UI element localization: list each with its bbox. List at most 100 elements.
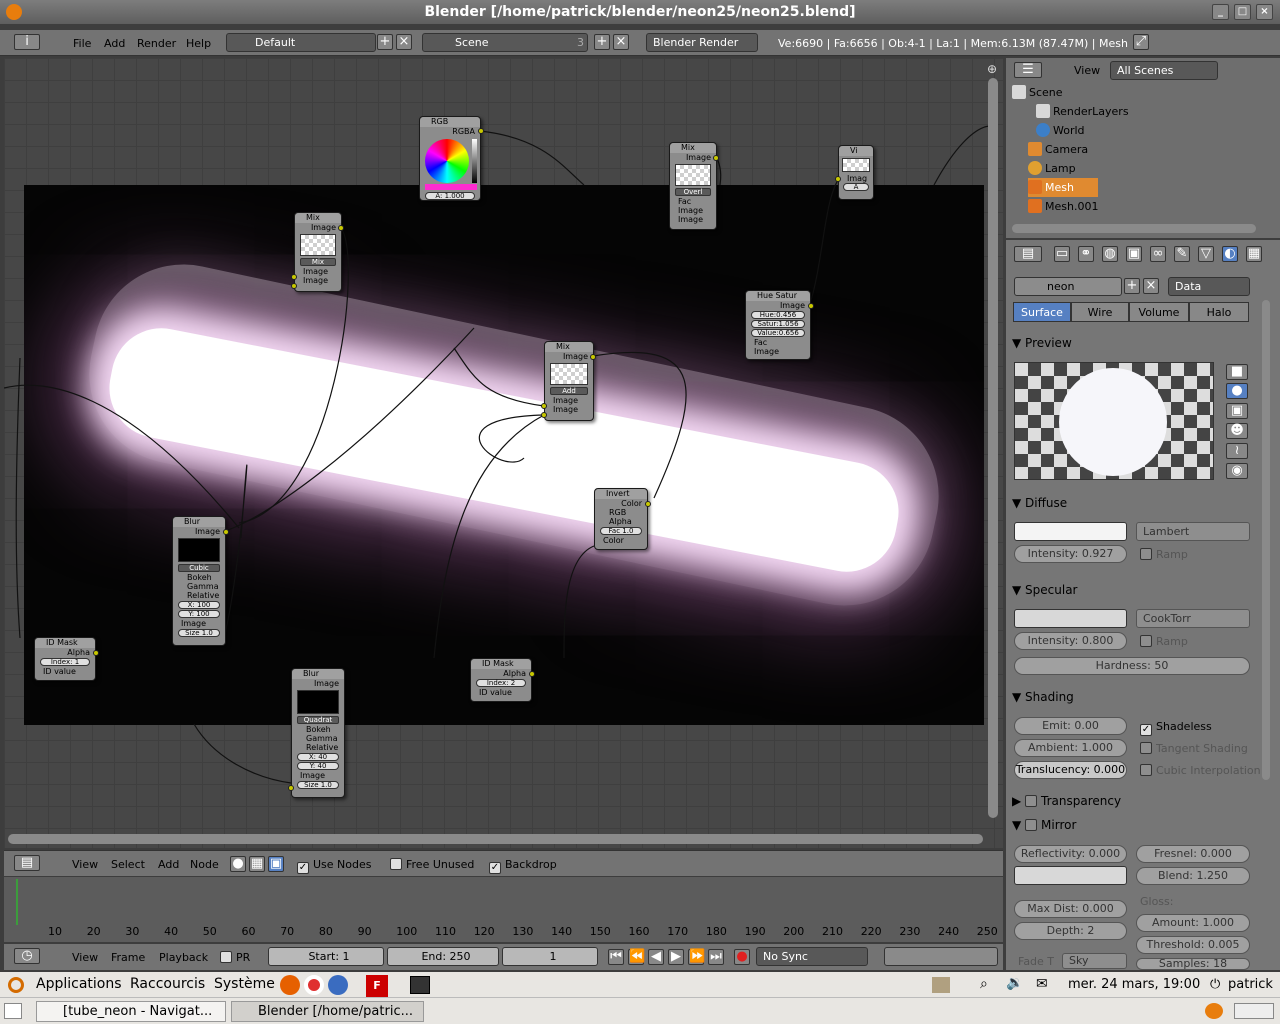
gloss-samples-slider[interactable]: Samples: 18 — [1136, 958, 1250, 970]
diffuse-intensity-slider[interactable]: Intensity: 0.927 — [1014, 545, 1127, 563]
outliner-item-mesh[interactable]: Mesh — [1028, 178, 1098, 197]
shading-panel-header[interactable]: ▼ Shading — [1012, 690, 1252, 704]
blur-node-1-x[interactable]: X: 100 — [178, 601, 220, 609]
tab-volume[interactable]: Volume — [1129, 302, 1189, 322]
preview-range-toggle[interactable]: PR — [220, 951, 250, 964]
properties-scrollbar[interactable] — [1262, 300, 1270, 780]
power-icon[interactable]: ⏻ — [1210, 977, 1220, 992]
network-icon[interactable]: ⌕ — [980, 976, 988, 992]
use-nodes-toggle[interactable]: ✓ Use Nodes — [297, 858, 372, 874]
info-editor-type-icon[interactable]: i — [14, 34, 40, 50]
menu-render[interactable]: Render — [137, 37, 176, 50]
timeline-menu-playback[interactable]: Playback — [159, 951, 208, 964]
free-unused-toggle[interactable]: Free Unused — [390, 858, 474, 871]
rgb-color-swatch[interactable] — [425, 184, 477, 190]
material-link-dropdown[interactable]: Data — [1168, 277, 1250, 296]
node-menu-node[interactable]: Node — [190, 858, 219, 871]
texture-tab-icon[interactable]: ▦ — [1246, 246, 1262, 262]
hue-field[interactable]: Hue:0.456 — [751, 311, 805, 319]
invert-alpha-option[interactable]: Alpha — [595, 517, 647, 526]
specular-panel-header[interactable]: ▼ Specular — [1012, 583, 1252, 597]
add-screen-icon[interactable]: + — [377, 34, 393, 50]
jump-start-icon[interactable]: ⏮ — [608, 949, 624, 965]
minimize-button[interactable]: _ — [1212, 4, 1229, 20]
preview-hair-icon[interactable]: ≀ — [1226, 443, 1248, 459]
mix-node-1-mode[interactable]: Mix — [300, 258, 336, 266]
id-mask-node-2[interactable]: ID Mask Alpha Index: 2 ID value — [470, 658, 535, 702]
specular-ramp-checkbox[interactable] — [1140, 635, 1152, 647]
reflectivity-slider[interactable]: Reflectivity: 0.000 — [1014, 845, 1127, 863]
taskbar-window-firefox[interactable]: [tube_neon - Navigat... — [36, 1001, 226, 1022]
viewer-node[interactable]: Vi Imag A — [835, 145, 874, 200]
blur-node-2-size[interactable]: Size 1.0 — [297, 781, 339, 789]
outliner[interactable]: ☰ View All Scenes Scene RenderLayers Wor… — [1006, 58, 1280, 238]
menu-systeme[interactable]: Système — [214, 976, 275, 992]
compositing-nodes-icon[interactable]: ▣ — [268, 856, 284, 872]
play-icon[interactable]: ▶ — [668, 949, 684, 965]
diffuse-color-swatch[interactable] — [1014, 522, 1127, 541]
blur-node-2-filter[interactable]: Quadrat — [297, 716, 339, 724]
shader-nodes-icon[interactable]: ● — [230, 856, 246, 872]
area-split-icon[interactable]: ⊕ — [987, 62, 997, 76]
remove-material-icon[interactable]: × — [1143, 278, 1159, 294]
keying-set-field[interactable] — [884, 947, 998, 966]
mirror-panel-header[interactable]: ▼ Mirror — [1012, 818, 1252, 832]
mix-node-3[interactable]: Mix Image Add Image Image — [541, 341, 596, 421]
value-field[interactable]: Value:0.656 — [751, 329, 805, 337]
menu-applications[interactable]: Applications — [36, 976, 122, 992]
rgb-node[interactable]: RGB RGBA A: 1.000 — [419, 116, 484, 201]
blur-node-2-bokeh[interactable]: Bokeh — [292, 725, 344, 734]
current-frame-field[interactable]: 1 — [502, 947, 598, 966]
render-engine-dropdown[interactable]: Blender Render — [646, 33, 758, 52]
cubic-interpolation-checkbox[interactable] — [1140, 764, 1152, 776]
preview-cube-icon[interactable]: ▣ — [1226, 403, 1248, 419]
show-desktop-icon[interactable] — [4, 1003, 22, 1019]
blur-node-2-y[interactable]: Y: 40 — [297, 762, 339, 770]
scene-field[interactable]: Scene 3 — [422, 33, 588, 52]
mix-node-1-input-socket[interactable] — [291, 274, 297, 280]
menu-raccourcis[interactable]: Raccourcis — [130, 976, 205, 992]
cubic-interpolation-toggle[interactable]: Cubic Interpolation — [1140, 764, 1261, 777]
mix-node-2-output-socket[interactable] — [713, 155, 719, 161]
mirror-color-swatch[interactable] — [1014, 866, 1127, 885]
mail-icon[interactable] — [328, 975, 348, 995]
blur-node-1-y[interactable]: Y: 100 — [178, 610, 220, 618]
tab-halo[interactable]: Halo — [1189, 302, 1249, 322]
node-editor-type-icon[interactable]: ▤ — [14, 855, 40, 871]
blur-node-2-gamma[interactable]: Gamma — [292, 734, 344, 743]
rgb-output-socket[interactable] — [478, 128, 484, 134]
preview-flat-icon[interactable]: ■ — [1226, 364, 1248, 380]
node-editor-horizontal-scrollbar[interactable] — [8, 834, 983, 844]
saturation-field[interactable]: Satur:1.056 — [751, 320, 805, 328]
world-tab-icon[interactable]: ◍ — [1102, 246, 1118, 262]
id-mask-1-output-socket[interactable] — [93, 650, 99, 656]
id-mask-1-index[interactable]: Index: 1 — [40, 658, 90, 666]
places-icon[interactable] — [932, 977, 950, 993]
jump-end-icon[interactable]: ⏭ — [708, 949, 724, 965]
outliner-filter-dropdown[interactable]: All Scenes — [1110, 61, 1218, 80]
taskbar-window-blender[interactable]: Blender [/home/patric... — [231, 1001, 424, 1022]
hue-output-socket[interactable] — [808, 303, 814, 309]
pr-checkbox[interactable] — [220, 951, 232, 963]
blur-node-1-output-socket[interactable] — [223, 529, 229, 535]
outliner-item-scene[interactable]: Scene — [1012, 83, 1262, 102]
sync-mode-dropdown[interactable]: No Sync — [756, 947, 868, 966]
mix-node-3-input-socket[interactable] — [541, 403, 547, 409]
mirror-checkbox[interactable] — [1025, 819, 1038, 831]
object-tab-icon[interactable]: ▣ — [1126, 246, 1142, 262]
specular-shader-dropdown[interactable]: CookTorr — [1136, 609, 1250, 628]
color-wheel[interactable] — [425, 139, 469, 183]
specular-ramp-toggle[interactable]: Ramp — [1140, 635, 1188, 648]
blur-node-1-size[interactable]: Size 1.0 — [178, 629, 220, 637]
message-icon[interactable]: ✉ — [1036, 976, 1048, 992]
invert-output-socket[interactable] — [645, 501, 651, 507]
diffuse-panel-header[interactable]: ▼ Diffuse — [1012, 496, 1252, 510]
invert-rgb-option[interactable]: RGB — [595, 508, 647, 517]
specular-color-swatch[interactable] — [1014, 609, 1127, 628]
mix-node-1-output-socket[interactable] — [338, 225, 344, 231]
timeline[interactable]: 10 20 30 40 50 60 70 80 90 100 110 120 130 140 150 160 1… — [4, 877, 1003, 942]
specular-intensity-slider[interactable]: Intensity: 0.800 — [1014, 632, 1127, 650]
menu-add[interactable]: Add — [104, 37, 125, 50]
scene-tab-icon[interactable]: ⚭ — [1078, 246, 1094, 262]
blur-node-2-input-socket[interactable] — [288, 785, 294, 791]
